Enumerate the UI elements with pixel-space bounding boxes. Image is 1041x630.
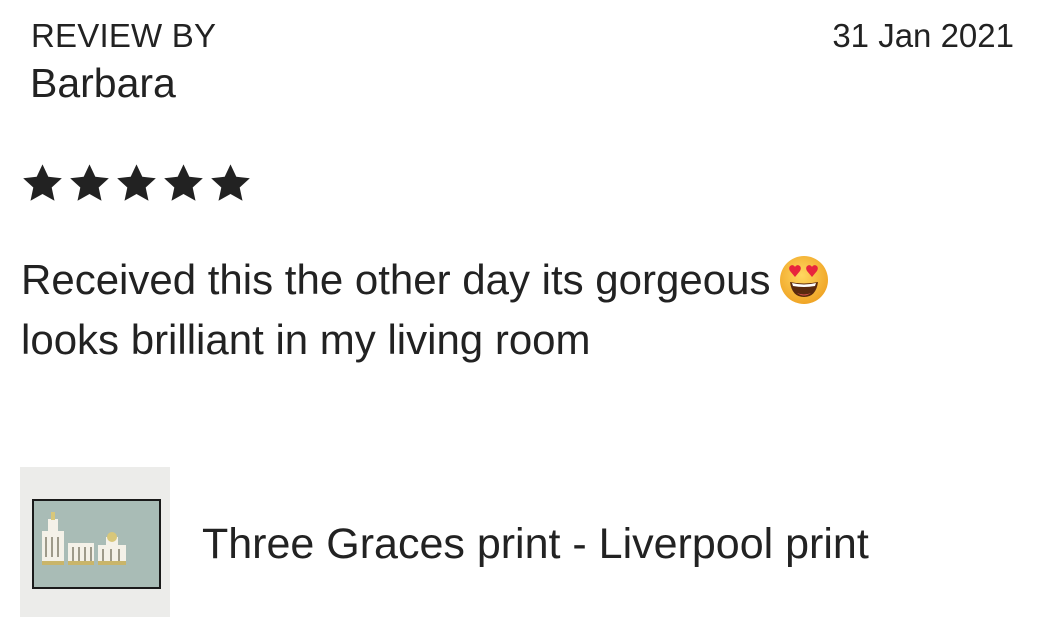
star-icon <box>164 164 203 201</box>
heart-eyes-emoji-icon <box>780 256 829 304</box>
reviewer-name[interactable]: Barbara <box>30 60 176 106</box>
review-text: Received this the other day its gorgeous… <box>21 250 1011 370</box>
framed-print-image <box>32 499 161 589</box>
star-icon <box>117 164 156 201</box>
product-title-link[interactable]: Three Graces print - Liverpool print <box>202 519 869 569</box>
star-icon <box>70 164 109 201</box>
review-text-line-1-text: Received this the other day its gorgeous <box>21 256 771 303</box>
star-icon <box>23 164 62 201</box>
review-date: 31 Jan 2021 <box>832 17 1014 54</box>
star-icon <box>211 164 250 201</box>
star-rating <box>20 161 253 206</box>
review-text-line-2: looks brilliant in my living room <box>21 316 591 363</box>
review-by-label: REVIEW BY <box>31 17 217 54</box>
review-text-line-1: Received this the other day its gorgeous <box>21 250 1011 310</box>
product-thumbnail[interactable] <box>20 467 170 617</box>
